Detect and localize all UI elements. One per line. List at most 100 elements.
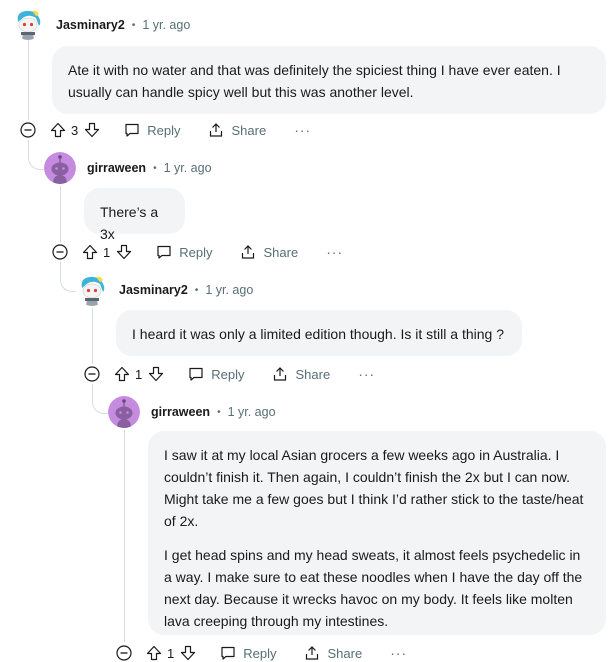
author-name[interactable]: Jasminary2 xyxy=(56,18,125,32)
vote-group: 1 xyxy=(82,244,132,260)
downvote-button[interactable] xyxy=(180,645,196,661)
author-name[interactable]: Jasminary2 xyxy=(119,283,188,297)
more-options-button[interactable]: ··· xyxy=(390,645,407,661)
share-icon xyxy=(242,245,255,259)
comment-bubble-icon xyxy=(221,646,235,660)
comment-meta: Jasminary2 • 1 yr. ago xyxy=(56,15,190,35)
comment-actions: 1 Reply Share ··· xyxy=(52,240,343,264)
collapse-minus-icon xyxy=(84,366,100,382)
author-name[interactable]: girraween xyxy=(87,161,146,175)
thread-line xyxy=(60,186,61,242)
timestamp[interactable]: 1 yr. ago xyxy=(228,405,276,419)
more-options-button[interactable]: ··· xyxy=(326,244,343,260)
share-icon xyxy=(306,646,319,660)
snoo-avatar-icon xyxy=(108,396,140,428)
downvote-arrow-icon xyxy=(117,244,132,260)
downvote-button[interactable] xyxy=(148,366,164,382)
share-button[interactable]: Share xyxy=(304,645,362,661)
comment-body: I saw it at my local Asian grocers a few… xyxy=(148,431,606,635)
reply-button[interactable]: Reply xyxy=(220,645,276,661)
collapse-button[interactable] xyxy=(20,122,36,138)
avatar[interactable] xyxy=(44,152,76,184)
thread-line xyxy=(124,430,125,642)
upvote-arrow-icon xyxy=(50,122,66,138)
upvote-arrow-icon xyxy=(146,645,162,661)
timestamp[interactable]: 1 yr. ago xyxy=(205,283,253,297)
share-label: Share xyxy=(295,366,331,382)
comment-body: I heard it was only a limited edition th… xyxy=(116,310,522,356)
comment-paragraph: I get head spins and my head sweats, it … xyxy=(164,547,583,629)
upvote-button[interactable] xyxy=(50,122,66,138)
comment-paragraph: There’s a 3x xyxy=(100,204,159,242)
collapse-button[interactable] xyxy=(84,366,100,382)
share-button[interactable]: Share xyxy=(240,244,298,260)
thread-line xyxy=(92,308,93,364)
comment-actions: 3 Reply Share ··· xyxy=(20,118,311,142)
thread-line xyxy=(28,40,29,120)
author-name[interactable]: girraween xyxy=(151,405,210,419)
upvote-arrow-icon xyxy=(114,366,130,382)
meta-separator: • xyxy=(131,19,136,31)
snoo-avatar-icon xyxy=(44,152,76,184)
downvote-arrow-icon xyxy=(149,366,164,382)
comment-bubble-icon xyxy=(157,245,171,259)
collapse-button[interactable] xyxy=(116,645,132,661)
snoo-avatar-icon xyxy=(76,274,108,306)
share-label: Share xyxy=(327,645,363,661)
collapse-minus-icon xyxy=(52,244,68,260)
thread-connector xyxy=(60,274,76,292)
share-button[interactable]: Share xyxy=(272,366,330,382)
comment-paragraph: I heard it was only a limited edition th… xyxy=(132,326,504,342)
reply-label: Reply xyxy=(179,244,213,260)
comment-bubble-icon xyxy=(189,367,203,381)
downvote-button[interactable] xyxy=(116,244,132,260)
comment-meta: Jasminary2 • 1 yr. ago xyxy=(119,280,253,300)
meta-separator: • xyxy=(153,162,157,174)
collapse-button[interactable] xyxy=(52,244,68,260)
reply-button[interactable]: Reply xyxy=(124,122,180,138)
reply-button[interactable]: Reply xyxy=(156,244,212,260)
avatar[interactable] xyxy=(76,274,108,306)
comment-paragraph: I saw it at my local Asian grocers a few… xyxy=(164,447,584,529)
downvote-button[interactable] xyxy=(84,122,100,138)
meta-separator: • xyxy=(217,406,221,418)
more-options-button[interactable]: ··· xyxy=(294,122,311,138)
collapse-minus-icon xyxy=(20,122,36,138)
avatar[interactable] xyxy=(108,396,140,428)
comment-actions: 1 Reply Share ··· xyxy=(84,362,375,386)
upvote-button[interactable] xyxy=(114,366,130,382)
reply-label: Reply xyxy=(243,645,277,661)
vote-group: 3 xyxy=(50,122,100,138)
timestamp[interactable]: 1 yr. ago xyxy=(142,18,190,32)
share-label: Share xyxy=(231,122,267,138)
avatar[interactable] xyxy=(12,8,44,40)
share-button[interactable]: Share xyxy=(208,122,266,138)
share-icon xyxy=(274,367,287,381)
downvote-arrow-icon xyxy=(85,122,100,138)
timestamp[interactable]: 1 yr. ago xyxy=(164,161,212,175)
more-options-button[interactable]: ··· xyxy=(358,366,375,382)
comment-paragraph: Ate it with no water and that was defini… xyxy=(68,62,561,100)
comment-body: Ate it with no water and that was defini… xyxy=(52,46,606,114)
vote-count: 1 xyxy=(135,366,143,382)
vote-count: 1 xyxy=(167,645,175,661)
share-label: Share xyxy=(263,244,299,260)
comment-meta: girraween • 1 yr. ago xyxy=(87,158,212,178)
comment-actions: 1 Reply Share ··· xyxy=(116,641,407,662)
vote-group: 1 xyxy=(146,645,196,661)
thread-connector xyxy=(92,396,108,414)
upvote-arrow-icon xyxy=(82,244,98,260)
upvote-button[interactable] xyxy=(82,244,98,260)
comment-body: There’s a 3x xyxy=(84,188,185,242)
reply-label: Reply xyxy=(211,366,245,382)
comment-meta: girraween • 1 yr. ago xyxy=(151,402,276,422)
vote-group: 1 xyxy=(114,366,164,382)
thread-connector xyxy=(28,150,44,170)
vote-count: 1 xyxy=(103,244,111,260)
reply-button[interactable]: Reply xyxy=(188,366,244,382)
snoo-avatar-icon xyxy=(12,8,44,40)
reply-label: Reply xyxy=(147,122,181,138)
comment-bubble-icon xyxy=(125,123,139,137)
upvote-button[interactable] xyxy=(146,645,162,661)
downvote-arrow-icon xyxy=(181,645,196,661)
